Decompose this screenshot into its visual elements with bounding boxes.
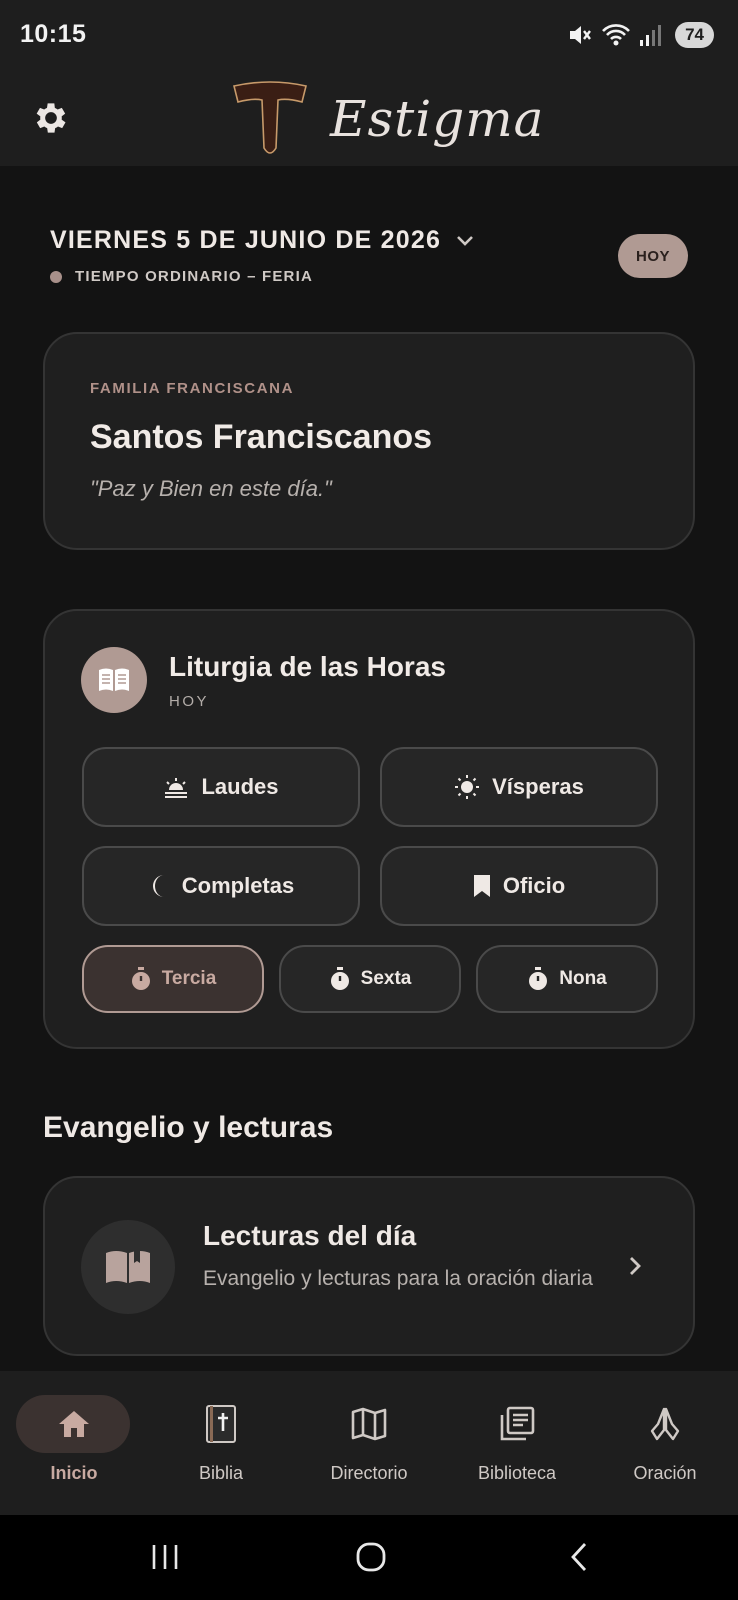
- oficio-button[interactable]: Oficio: [380, 846, 658, 926]
- date-selector[interactable]: VIERNES 5 DE JUNIO DE 2026: [50, 226, 475, 255]
- open-book-icon: [81, 1220, 175, 1314]
- daily-readings-card[interactable]: Lecturas del día Evangelio y lecturas pa…: [43, 1176, 695, 1356]
- status-time: 10:15: [20, 20, 87, 48]
- system-navigation-bar: [0, 1515, 738, 1600]
- readings-section-title: Evangelio y lecturas: [43, 1111, 334, 1144]
- open-book-icon: [81, 647, 147, 713]
- laudes-label: Laudes: [201, 774, 279, 799]
- nav-label: Biblia: [198, 1463, 244, 1483]
- gear-icon[interactable]: [31, 98, 71, 138]
- tercia-button[interactable]: Tercia: [82, 945, 264, 1013]
- saint-quote: "Paz y Bien en este día.": [90, 476, 332, 501]
- visperas-button[interactable]: Vísperas: [380, 747, 658, 827]
- sun-icon: [455, 775, 480, 799]
- saint-of-day-card[interactable]: FAMILIA FRANCISCANA Santos Franciscanos …: [43, 332, 695, 550]
- nav-item-biblia[interactable]: Biblia: [147, 1371, 295, 1515]
- nav-item-directorio[interactable]: Directorio: [295, 1371, 443, 1515]
- oficio-label: Oficio: [502, 873, 566, 898]
- season-color-dot: [50, 270, 62, 283]
- chevron-right-icon: [630, 1257, 641, 1275]
- nav-item-inicio[interactable]: Inicio: [0, 1371, 148, 1515]
- praying-hands-icon: [591, 1401, 738, 1447]
- date-label: VIERNES 5 DE JUNIO DE 2026: [50, 226, 442, 254]
- stopwatch-icon: [131, 967, 150, 990]
- app-header: Estigma: [0, 70, 738, 166]
- nav-label: Inicio: [50, 1463, 98, 1483]
- tau-cross-icon: [233, 81, 307, 154]
- status-icons: 74: [567, 20, 714, 50]
- home-icon: [0, 1401, 148, 1447]
- stopwatch-icon: [529, 967, 548, 990]
- recent-apps-icon[interactable]: [140, 1535, 190, 1579]
- laudes-button[interactable]: Laudes: [82, 747, 360, 827]
- completas-button[interactable]: Completas: [82, 846, 360, 926]
- tercia-label: Tercia: [161, 968, 217, 989]
- nav-item-biblioteca[interactable]: Biblioteca: [443, 1371, 591, 1515]
- today-button[interactable]: HOY: [618, 234, 688, 278]
- liturgy-subtitle: HOY: [169, 693, 210, 710]
- wifi-icon: [602, 24, 631, 46]
- sexta-label: Sexta: [360, 968, 412, 989]
- bookmark-icon: [473, 875, 490, 897]
- app-logo: Estigma: [232, 80, 544, 158]
- library-icon: [443, 1401, 591, 1447]
- saint-kicker: FAMILIA FRANCISCANA: [90, 380, 294, 397]
- battery-level: 74: [675, 22, 714, 48]
- moon-icon: [152, 875, 164, 897]
- home-button-icon[interactable]: [346, 1535, 396, 1579]
- sunrise-icon: [165, 778, 188, 798]
- nav-label: Directorio: [330, 1463, 408, 1483]
- nona-label: Nona: [559, 968, 607, 989]
- liturgy-title: Liturgia de las Horas: [169, 651, 446, 682]
- bible-icon: [147, 1401, 295, 1447]
- back-icon[interactable]: [554, 1535, 604, 1579]
- sexta-button[interactable]: Sexta: [279, 945, 461, 1013]
- liturgical-season: TIEMPO ORDINARIO – FERIA: [50, 268, 313, 285]
- mute-icon: [570, 26, 592, 44]
- stopwatch-icon: [330, 967, 349, 990]
- nav-label: Biblioteca: [477, 1463, 557, 1483]
- liturgy-hours-card: Liturgia de las Horas HOY Laudes Víspera…: [43, 609, 695, 1049]
- visperas-label: Vísperas: [492, 774, 584, 799]
- readings-card-description: Evangelio y lecturas para la oración dia…: [203, 1267, 593, 1290]
- readings-card-title: Lecturas del día: [203, 1220, 417, 1251]
- chevron-down-icon: [457, 235, 473, 246]
- nav-item-oracion[interactable]: Oración: [591, 1371, 738, 1515]
- season-label: TIEMPO ORDINARIO – FERIA: [75, 268, 313, 285]
- completas-label: Completas: [181, 873, 295, 898]
- status-bar: 10:15 74: [0, 0, 738, 70]
- map-icon: [295, 1401, 443, 1447]
- saint-title: Santos Franciscanos: [90, 418, 433, 456]
- app-name: Estigma: [330, 90, 545, 148]
- nav-label: Oración: [633, 1463, 697, 1483]
- nona-button[interactable]: Nona: [476, 945, 658, 1013]
- bottom-navigation: Inicio Biblia Directorio Biblioteca Orac…: [0, 1371, 738, 1515]
- signal-icon: [640, 25, 662, 46]
